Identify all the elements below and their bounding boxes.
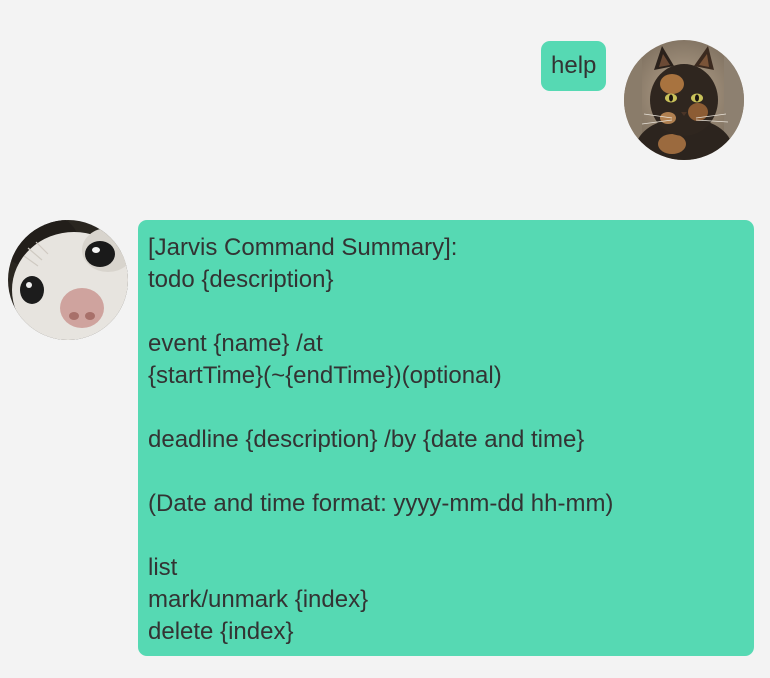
bot-message-line [148, 392, 744, 424]
bot-message-line: (Date and time format: yyyy-mm-dd hh-mm) [148, 490, 614, 517]
bot-message-line: todo {description} [148, 266, 334, 293]
user-message-text: help [551, 52, 597, 79]
bot-message-line: [Jarvis Command Summary]: [148, 234, 458, 261]
user-avatar [624, 40, 744, 160]
white-kitten-closeup-avatar-icon [8, 220, 128, 340]
tortoiseshell-cat-avatar-icon [624, 40, 744, 160]
bot-message-line: mark/unmark {index} [148, 586, 369, 613]
bot-message-line: delete {index} [148, 618, 294, 645]
bot-message-line: list [148, 554, 178, 581]
bot-avatar [8, 220, 128, 340]
bot-message-line [148, 296, 744, 328]
bot-message-line [148, 456, 744, 488]
chat-window: help [Jarvis Command Summary]: todo {des… [0, 0, 770, 678]
bot-message-bubble: [Jarvis Command Summary]: todo {descript… [138, 220, 754, 656]
bot-message-line [148, 520, 744, 552]
bot-message-line: event {name} /at [148, 330, 323, 357]
bot-message-line: deadline {description} /by {date and tim… [148, 426, 585, 453]
user-message-bubble: help [541, 41, 607, 91]
bot-message-line: {startTime}(~{endTime})(optional) [148, 362, 502, 389]
